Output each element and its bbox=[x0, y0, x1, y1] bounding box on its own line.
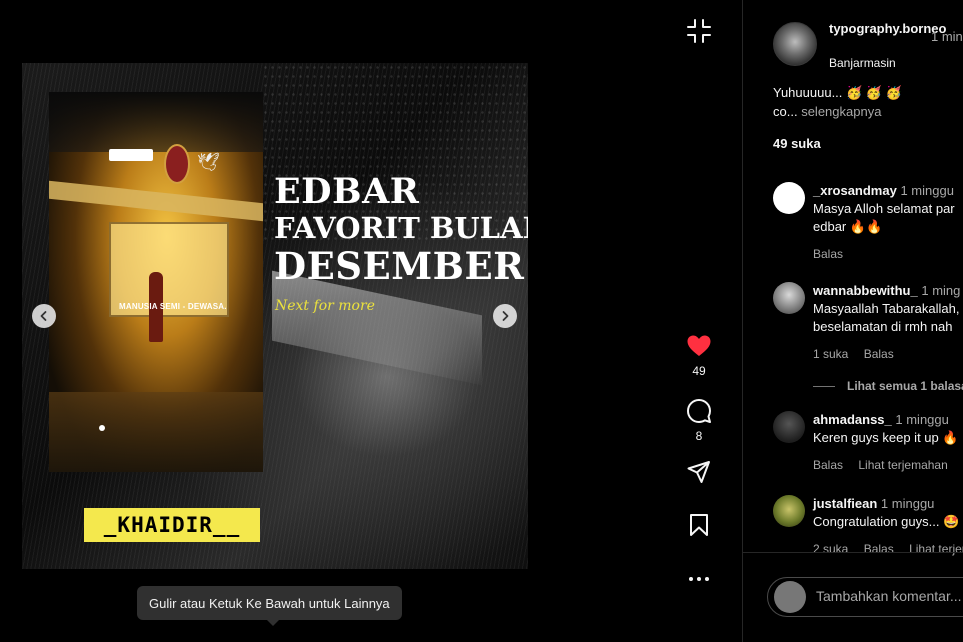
commenter-avatar[interactable] bbox=[773, 182, 805, 214]
tooltip-arrow bbox=[266, 619, 280, 626]
photo-stall-roof bbox=[49, 180, 263, 222]
comment-meta: Balas Lihat terjemahan bbox=[813, 456, 963, 474]
view-replies-button[interactable]: Lihat semua 1 balasan bbox=[813, 379, 963, 393]
comment-username[interactable]: ahmadanss_ bbox=[813, 412, 892, 427]
headline-line-3: DESEMBER bbox=[274, 244, 525, 288]
caption-line-1: Yuhuuuuu... 🥳 🥳 🥳 bbox=[773, 85, 902, 100]
comment-body: _xrosandmay 1 minggu Masya Alloh selamat… bbox=[813, 182, 963, 263]
share-icon[interactable] bbox=[686, 459, 712, 485]
carousel-dot bbox=[99, 425, 105, 431]
photo-sky bbox=[49, 92, 263, 152]
scroll-hint-tooltip: Gulir atau Ketuk Ke Bawah untuk Lainnya bbox=[137, 586, 402, 620]
comment-username[interactable]: justalfiean bbox=[813, 496, 877, 511]
comment-composer[interactable]: Tambahkan komentar... bbox=[767, 577, 963, 617]
like-action[interactable]: 49 bbox=[686, 333, 712, 378]
share-action[interactable] bbox=[686, 459, 712, 485]
reply-button[interactable]: Balas bbox=[864, 542, 894, 556]
author-location[interactable]: Banjarmasin bbox=[829, 56, 896, 70]
comment-input[interactable]: Tambahkan komentar... bbox=[816, 588, 962, 604]
translate-button[interactable]: Lihat terjem bbox=[909, 542, 963, 556]
collapse-icon bbox=[687, 19, 711, 43]
commenter-avatar[interactable] bbox=[773, 495, 805, 527]
comment-text: Keren guys keep it up 🔥 bbox=[813, 430, 959, 445]
comment-body: ahmadanss_ 1 minggu Keren guys keep it u… bbox=[813, 411, 963, 474]
comment-body: justalfiean 1 minggu Congratulation guys… bbox=[813, 495, 963, 558]
media-viewer: 🕊 MANUSIA SEMI - DEWASA. EDBAR FAVORIT B… bbox=[0, 0, 742, 642]
comment-text: Masya Alloh selamat par bbox=[813, 201, 955, 216]
comment-count: 8 bbox=[695, 429, 703, 443]
headline: EDBAR FAVORIT BULAN DESEMBER bbox=[274, 171, 528, 288]
author-avatar[interactable] bbox=[773, 22, 817, 66]
next-for-more-text: Next for more bbox=[275, 298, 375, 314]
comment-text: Congratulation guys... 🤩 bbox=[813, 514, 960, 529]
more-options-action[interactable] bbox=[686, 566, 712, 592]
author-post-time[interactable]: 1 min bbox=[931, 29, 963, 44]
name-tag: _KHAIDIR__ bbox=[84, 508, 260, 542]
comment-text: beselamatan di rmh nah bbox=[813, 319, 953, 334]
commenter-avatar[interactable] bbox=[773, 282, 805, 314]
caption-line-2: co... bbox=[773, 104, 798, 119]
comment-icon[interactable] bbox=[686, 398, 712, 424]
comment-meta: 1 suka Balas bbox=[813, 345, 963, 363]
headline-line-1: EDBAR bbox=[274, 171, 420, 212]
photo-caption-text: MANUSIA SEMI - DEWASA. bbox=[119, 302, 227, 311]
heart-icon[interactable] bbox=[686, 333, 712, 359]
comment-time[interactable]: 1 minggu bbox=[881, 496, 934, 511]
chevron-right-icon bbox=[502, 311, 509, 321]
caption-more-link[interactable]: selengkapnya bbox=[801, 104, 881, 119]
like-count: 49 bbox=[692, 364, 706, 378]
photo-card: 🕊 MANUSIA SEMI - DEWASA. bbox=[49, 92, 263, 472]
replies-line bbox=[813, 385, 835, 387]
composer-divider bbox=[743, 552, 963, 553]
comment-time[interactable]: 1 ming bbox=[921, 283, 960, 298]
comment-text: edbar 🔥🔥 bbox=[813, 219, 883, 234]
commenter-avatar[interactable] bbox=[773, 411, 805, 443]
comment-like-count[interactable]: 2 suka bbox=[813, 542, 848, 556]
comment-body: wannabbewithu_ 1 ming Masyaallah Tabarak… bbox=[813, 282, 963, 363]
comment-meta: Balas bbox=[813, 245, 963, 263]
save-action[interactable] bbox=[686, 512, 712, 538]
photo-ground bbox=[49, 392, 263, 472]
reply-button[interactable]: Balas bbox=[813, 458, 843, 472]
comment-username[interactable]: wannabbewithu_ bbox=[813, 283, 918, 298]
comment-time[interactable]: 1 minggu bbox=[900, 183, 953, 198]
comment-meta: 2 suka Balas Lihat terjem bbox=[813, 540, 963, 558]
reply-button[interactable]: Balas bbox=[864, 347, 894, 361]
chevron-left-icon bbox=[40, 311, 47, 321]
likes-summary[interactable]: 49 suka bbox=[773, 136, 821, 151]
view-replies-label: Lihat semua 1 balasan bbox=[847, 379, 963, 393]
more-icon[interactable] bbox=[686, 566, 712, 592]
post-side-panel: typography.borneo 1 min Banjarmasin Yuhu… bbox=[742, 0, 963, 642]
reply-button[interactable]: Balas bbox=[813, 247, 843, 261]
post-image[interactable]: 🕊 MANUSIA SEMI - DEWASA. EDBAR FAVORIT B… bbox=[22, 63, 528, 569]
collapse-button[interactable] bbox=[685, 17, 713, 45]
post-caption: Yuhuuuuu... 🥳 🥳 🥳 co... selengkapnya bbox=[773, 83, 953, 121]
name-tag-text: _KHAIDIR__ bbox=[103, 513, 241, 537]
comment-time[interactable]: 1 minggu bbox=[895, 412, 948, 427]
translate-button[interactable]: Lihat terjemahan bbox=[858, 458, 947, 472]
author-username[interactable]: typography.borneo bbox=[829, 20, 946, 38]
photo-sign bbox=[164, 144, 190, 184]
bird-icon: 🕊 bbox=[197, 152, 220, 172]
comment-like-count[interactable]: 1 suka bbox=[813, 347, 848, 361]
current-user-avatar bbox=[774, 581, 806, 613]
carousel-next-button[interactable] bbox=[493, 304, 517, 328]
photo-small-tag bbox=[109, 149, 153, 161]
comment-username[interactable]: _xrosandmay bbox=[813, 183, 897, 198]
carousel-prev-button[interactable] bbox=[32, 304, 56, 328]
bookmark-icon[interactable] bbox=[686, 512, 712, 538]
comment-action[interactable]: 8 bbox=[686, 398, 712, 443]
headline-line-2: FAVORIT BULAN bbox=[274, 211, 528, 245]
comment-text: Masyaallah Tabarakallah, bbox=[813, 301, 960, 316]
